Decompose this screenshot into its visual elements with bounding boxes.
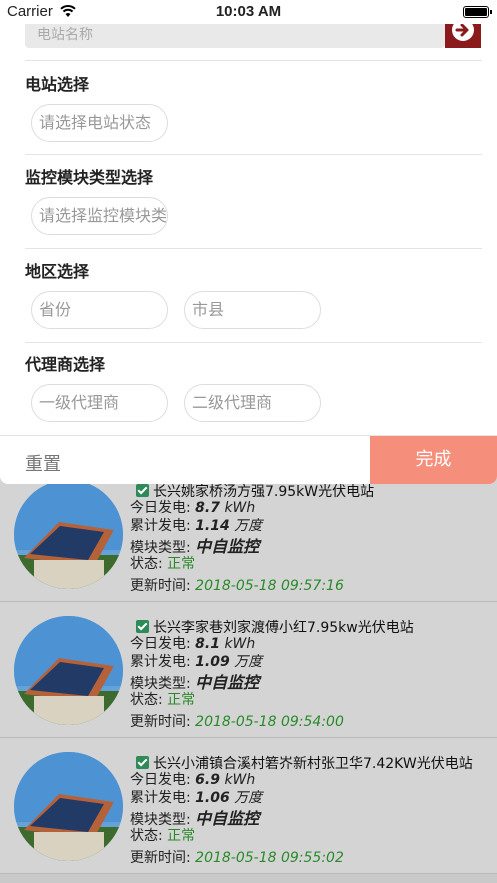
status: 状态: 正常	[130, 556, 196, 572]
clock: 10:03 AM	[215, 3, 282, 20]
station-photo	[14, 616, 123, 725]
divider	[25, 248, 482, 249]
region-section-title: 地区选择	[25, 262, 90, 281]
divider	[25, 60, 482, 61]
update-time: 更新时间: 2018-05-18 09:55:02	[130, 850, 344, 866]
filter-panel: 电站名称 电站选择 请选择电站状态 监控模块类型选择 请选择监控模块类 地区选择…	[0, 0, 497, 484]
station-photo	[14, 752, 123, 861]
total-generation: 累计发电: 1.09 万度	[130, 654, 263, 670]
divider	[25, 342, 482, 343]
checkbox-icon[interactable]	[136, 756, 149, 769]
battery-icon	[463, 6, 492, 18]
done-button[interactable]: 完成	[370, 436, 497, 484]
module-section-title: 监控模块类型选择	[25, 168, 154, 187]
status: 状态: 正常	[130, 828, 196, 844]
status: 状态: 正常	[130, 692, 196, 708]
first-level-agent-select[interactable]: 一级代理商	[31, 384, 168, 422]
update-time: 更新时间: 2018-05-18 09:57:16	[130, 578, 344, 594]
city-select[interactable]: 市县	[184, 291, 321, 329]
station-list-item[interactable]: 长兴姚家桥汤方强7.95kW光伏电站 今日发电: 8.7 kWh 累计发电: 1…	[0, 466, 497, 602]
total-generation: 累计发电: 1.14 万度	[130, 518, 263, 534]
station-section-title: 电站选择	[25, 75, 90, 94]
today-generation: 今日发电: 6.9 kWh	[130, 772, 256, 788]
today-generation: 今日发电: 8.7 kWh	[130, 500, 256, 516]
update-time: 更新时间: 2018-05-18 09:54:00	[130, 714, 344, 730]
station-list: 长兴姚家桥汤方强7.95kW光伏电站 今日发电: 8.7 kWh 累计发电: 1…	[0, 466, 497, 883]
divider	[25, 154, 482, 155]
station-status-select[interactable]: 请选择电站状态	[31, 104, 168, 142]
status-bar: Carrier 10:03 AM	[0, 0, 497, 24]
station-list-item[interactable]: 长兴李家巷刘家渡傅小红7.95kw光伏电站 今日发电: 8.1 kWh 累计发电…	[0, 602, 497, 738]
reset-button[interactable]: 重置	[25, 450, 61, 476]
today-generation: 今日发电: 8.1 kWh	[130, 636, 256, 652]
checkbox-icon[interactable]	[136, 484, 149, 497]
second-level-agent-select[interactable]: 二级代理商	[184, 384, 321, 422]
station-list-item[interactable]: 长兴小浦镇合溪村箬岕新村张卫华7.42KW光伏电站 今日发电: 6.9 kWh …	[0, 738, 497, 874]
province-select[interactable]: 省份	[31, 291, 168, 329]
agent-section-title: 代理商选择	[25, 355, 106, 374]
module-type-select[interactable]: 请选择监控模块类	[31, 197, 168, 235]
search-placeholder: 电站名称	[37, 27, 93, 43]
station-photo	[14, 480, 123, 589]
total-generation: 累计发电: 1.06 万度	[130, 790, 263, 806]
checkbox-icon[interactable]	[136, 620, 149, 633]
